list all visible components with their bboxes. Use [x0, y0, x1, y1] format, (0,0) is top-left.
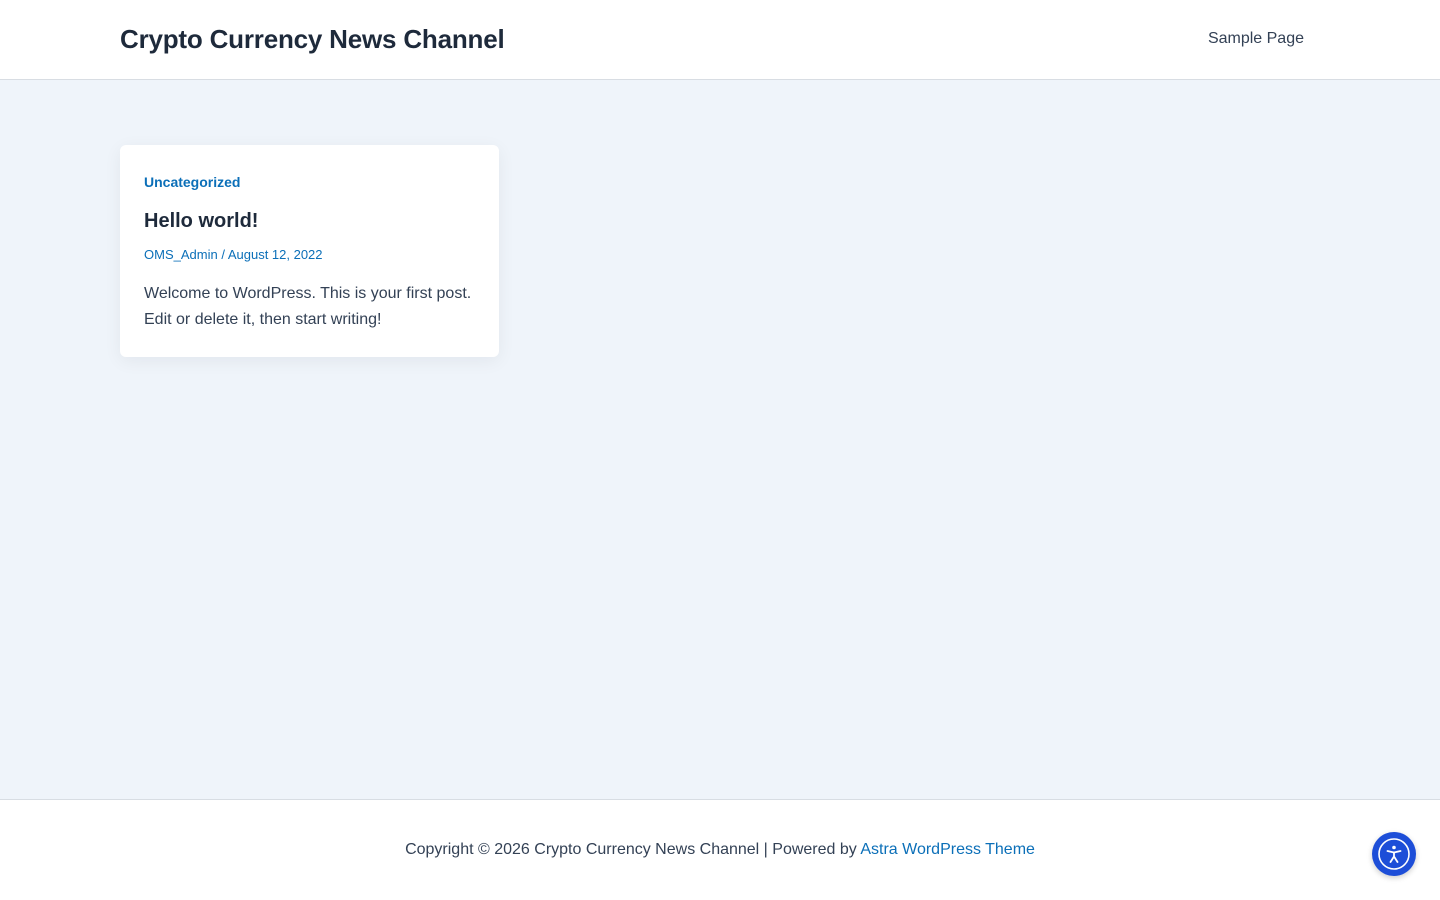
post-meta: OMS_Admin / August 12, 2022 — [144, 246, 323, 263]
theme-link[interactable]: Astra WordPress Theme — [860, 841, 1035, 858]
post-title-link[interactable]: Hello world! — [144, 210, 258, 232]
site-header: Crypto Currency News Channel Sample Page — [0, 0, 1440, 80]
meta-separator: / — [217, 247, 228, 262]
post-category-link[interactable]: Uncategorized — [144, 173, 240, 191]
main-content: Uncategorized Hello world! OMS_Admin / A… — [0, 81, 1440, 799]
post-card: Uncategorized Hello world! OMS_Admin / A… — [120, 145, 499, 357]
copyright-text: Copyright © 2026 Crypto Currency News Ch… — [405, 841, 861, 858]
post-excerpt: Welcome to WordPress. This is your first… — [144, 285, 472, 328]
accessibility-icon — [1372, 832, 1416, 876]
accessibility-button[interactable] — [1372, 832, 1416, 876]
primary-navigation: Sample Page — [1208, 28, 1304, 50]
post-author-link[interactable]: OMS_Admin — [144, 247, 218, 262]
site-title[interactable]: Crypto Currency News Channel — [120, 22, 505, 56]
footer-copyright: Copyright © 2026 Crypto Currency News Ch… — [0, 839, 1440, 861]
site-footer: Copyright © 2026 Crypto Currency News Ch… — [0, 799, 1440, 900]
nav-item-sample-page[interactable]: Sample Page — [1208, 30, 1304, 47]
post-date-link[interactable]: August 12, 2022 — [228, 247, 323, 262]
post-title: Hello world! — [144, 208, 258, 234]
